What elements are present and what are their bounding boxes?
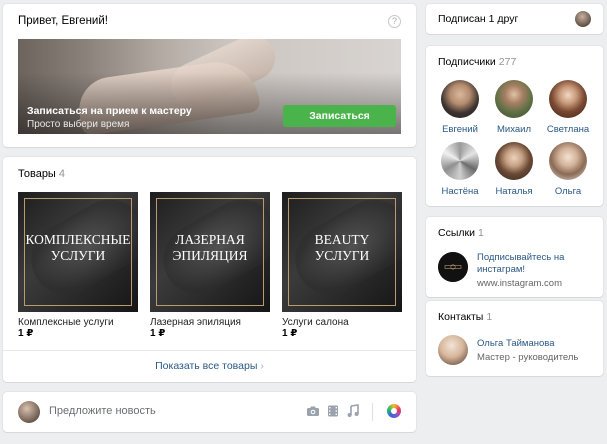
friends-subscribed-label: Подписан 1 друг <box>438 13 519 25</box>
product-cover-line: ЛАЗЕРНАЯ <box>175 232 245 247</box>
banner-subtitle: Просто выбери время <box>27 119 130 130</box>
product-name[interactable]: Комплексные услуги <box>18 317 138 328</box>
product-item[interactable]: ЛАЗЕРНАЯ ЭПИЛЯЦИЯ Лазерная эпиляция 1 ₽ <box>150 192 270 339</box>
show-all-products-link[interactable]: Показать все товары › <box>3 360 416 372</box>
subscriber-avatar[interactable] <box>495 80 533 118</box>
product-cover-line: УСЛУГИ <box>50 248 106 263</box>
products-title: Товары <box>18 168 56 180</box>
product-item[interactable]: BEAUTY УСЛУГИ Услуги салона 1 ₽ <box>282 192 402 339</box>
music-icon[interactable] <box>346 404 360 418</box>
subscriber-avatar[interactable] <box>549 142 587 180</box>
product-cover-line: КОМПЛЕКСНЫЕ <box>25 232 131 247</box>
subscribers-title: Подписчики <box>438 56 496 68</box>
subscriber-name[interactable]: Светлана <box>543 124 593 135</box>
subscriber-avatar[interactable] <box>441 80 479 118</box>
product-price: 1 ₽ <box>18 328 34 339</box>
subscriber-item[interactable]: Михаил <box>489 80 539 135</box>
subscriber-avatar[interactable] <box>549 80 587 118</box>
subscriber-item[interactable]: Ольга <box>543 142 593 197</box>
products-card: Товары 4 КОМПЛЕКСНЫЕ УСЛУГИ Комплексные у… <box>3 157 416 382</box>
product-cover-title: BEAUTY УСЛУГИ <box>282 232 402 264</box>
subscriber-item[interactable]: Настёна <box>435 142 485 197</box>
product-cover-title: КОМПЛЕКСНЫЕ УСЛУГИ <box>18 232 138 264</box>
subscriber-name[interactable]: Михаил <box>489 124 539 135</box>
subscribers-card: Подписчики 277 Евгений Михаил Светлана На… <box>426 46 603 206</box>
subscriber-name[interactable]: Ольга <box>543 186 593 197</box>
video-icon[interactable] <box>326 404 340 418</box>
links-title: Ссылки <box>438 227 475 239</box>
links-header[interactable]: Ссылки 1 <box>438 227 484 239</box>
subscriber-avatar[interactable] <box>441 142 479 180</box>
product-item[interactable]: КОМПЛЕКСНЫЕ УСЛУГИ Комплексные услуги 1 … <box>18 192 138 339</box>
product-cover[interactable]: ЛАЗЕРНАЯ ЭПИЛЯЦИЯ <box>150 192 270 312</box>
contacts-title: Контакты <box>438 311 484 323</box>
contacts-count: 1 <box>486 311 493 323</box>
products-header[interactable]: Товары 4 <box>18 168 65 180</box>
product-cover-title: ЛАЗЕРНАЯ ЭПИЛЯЦИЯ <box>150 232 270 264</box>
friend-avatar[interactable] <box>575 11 591 27</box>
avatar <box>18 401 40 423</box>
instagram-logo-icon[interactable] <box>438 252 468 282</box>
contacts-header[interactable]: Контакты 1 <box>438 311 492 323</box>
banner-title: Записаться на прием к мастеру <box>27 105 192 117</box>
subscriber-name[interactable]: Наталья <box>489 186 539 197</box>
product-name[interactable]: Услуги салона <box>282 317 402 328</box>
subscribers-header[interactable]: Подписчики 277 <box>438 56 516 68</box>
subscriber-item[interactable]: Евгений <box>435 80 485 135</box>
link-title[interactable]: Подписывайтесь на инстаграм! <box>477 252 592 276</box>
product-name[interactable]: Лазерная эпиляция <box>150 317 270 328</box>
contacts-card: Контакты 1 Ольга Тайманова Мастер - руков… <box>426 301 603 376</box>
subscribers-count: 277 <box>498 56 517 68</box>
subscriber-item[interactable]: Светлана <box>543 80 593 135</box>
suggest-news-bar: Предложите новость <box>3 392 416 432</box>
link-url: www.instagram.com <box>477 278 562 289</box>
products-count: 4 <box>58 168 65 180</box>
subscriber-item[interactable]: Наталья <box>489 142 539 197</box>
product-cover-line: УСЛУГИ <box>314 248 370 263</box>
product-price: 1 ₽ <box>282 328 298 339</box>
book-button[interactable]: Записаться <box>283 105 396 127</box>
product-price: 1 ₽ <box>150 328 166 339</box>
subscriber-name[interactable]: Настёна <box>435 186 485 197</box>
divider <box>372 403 373 421</box>
links-count: 1 <box>477 227 484 239</box>
camera-icon[interactable] <box>306 404 320 418</box>
show-all-label: Показать все товары <box>155 360 258 372</box>
subscriber-name[interactable]: Евгений <box>435 124 485 135</box>
help-icon[interactable]: ? <box>388 15 401 28</box>
color-picker-icon[interactable] <box>387 404 401 418</box>
product-cover[interactable]: BEAUTY УСЛУГИ <box>282 192 402 312</box>
booking-banner[interactable]: Записаться на прием к мастеру Просто выб… <box>18 39 401 134</box>
welcome-card: Привет, Евгений! ? Записаться на прием к… <box>3 4 416 147</box>
contact-role: Мастер - руководитель <box>477 352 579 363</box>
contact-avatar[interactable] <box>438 335 468 365</box>
friends-subscribed-card[interactable]: Подписан 1 друг <box>426 4 603 34</box>
suggest-news-input[interactable]: Предложите новость <box>49 405 156 417</box>
links-card: Ссылки 1 Подписывайтесь на инстаграм! www… <box>426 217 603 297</box>
chevron-right-icon: › <box>260 360 264 372</box>
greeting-title: Привет, Евгений! <box>18 15 108 27</box>
product-cover[interactable]: КОМПЛЕКСНЫЕ УСЛУГИ <box>18 192 138 312</box>
contact-name[interactable]: Ольга Тайманова <box>477 338 555 349</box>
subscriber-avatar[interactable] <box>495 142 533 180</box>
product-cover-line: BEAUTY <box>314 232 370 247</box>
product-cover-line: ЭПИЛЯЦИЯ <box>172 248 248 263</box>
divider <box>3 350 416 351</box>
